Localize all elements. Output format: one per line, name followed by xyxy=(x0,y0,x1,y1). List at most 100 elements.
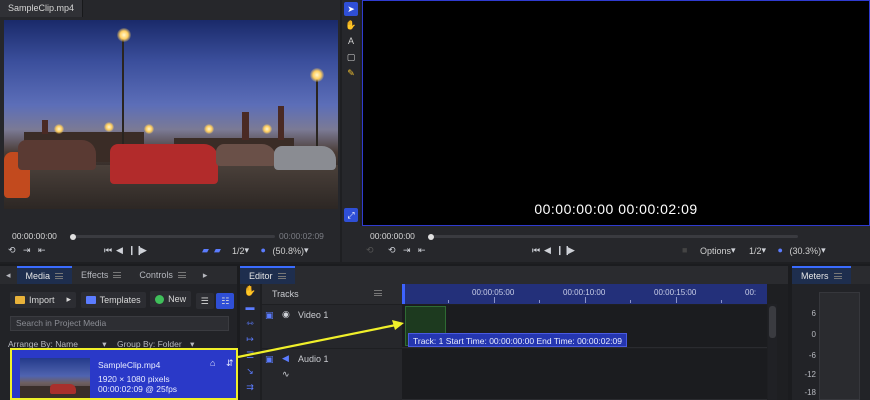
overwrite-icon[interactable]: ⇤ xyxy=(418,245,430,257)
ripple-icon[interactable]: ▬ xyxy=(243,302,257,316)
loop-icon[interactable]: ⟲ xyxy=(388,245,400,257)
step-back-icon[interactable]: ◀ xyxy=(544,245,556,257)
program-quality[interactable]: 1/2 xyxy=(749,246,762,256)
insert-icon[interactable]: ⇥ xyxy=(23,245,35,257)
menu-icon[interactable] xyxy=(374,290,382,296)
expand-icon[interactable]: ⤢ xyxy=(344,208,358,222)
pointer-tool-icon[interactable]: ➤ xyxy=(344,2,358,16)
waveform-icon[interactable]: ∿ xyxy=(282,369,290,380)
tab-scroll-left-icon[interactable]: ◂ xyxy=(0,266,17,284)
step-back-icon[interactable]: ◀ xyxy=(116,245,128,257)
source-quality[interactable]: 1/2 xyxy=(232,246,245,256)
media-thumbnail xyxy=(20,358,90,398)
menu-icon[interactable] xyxy=(833,273,842,279)
chevron-down-icon[interactable]: ▾ xyxy=(245,245,257,257)
source-tab[interactable]: SampleClip.mp4 xyxy=(0,0,84,17)
plus-circle-icon xyxy=(155,294,165,304)
source-scrubber[interactable] xyxy=(70,233,275,240)
text-tool-icon[interactable]: A xyxy=(344,34,358,48)
search-input[interactable]: Search in Project Media xyxy=(10,316,229,331)
mark-icon[interactable]: ⟲ xyxy=(366,245,378,257)
source-controls: ⟲ ⇥ ⇤ ⏮ ◀ ❙❙ ▶ ▰ ▰ 1/2 ▾ ● (50.8%) ▾ xyxy=(8,243,338,259)
zoom-icon[interactable]: ● xyxy=(261,245,273,257)
tab-effects[interactable]: Effects xyxy=(72,266,130,284)
new-button[interactable]: New xyxy=(150,291,192,307)
tab-scroll-right-icon[interactable]: ▸ xyxy=(195,266,216,284)
skip-back-icon[interactable]: ⏮ xyxy=(104,245,116,257)
audio-track-lane[interactable] xyxy=(402,349,767,400)
video-track-header: ▣ ◉ Video 1 xyxy=(262,305,402,348)
chevron-right-icon: ▸ xyxy=(66,294,72,304)
program-scrubber[interactable] xyxy=(428,233,798,240)
tab-media[interactable]: Media xyxy=(16,266,73,284)
options-box-icon: ■ xyxy=(682,245,688,255)
meter-label: -12 xyxy=(804,370,816,379)
insert-icon[interactable]: ⇥ xyxy=(403,245,415,257)
stretch-icon[interactable]: ↘ xyxy=(243,366,257,380)
program-zoom[interactable]: (30.3%) xyxy=(790,246,822,256)
chevron-down-icon[interactable]: ▾ xyxy=(731,245,743,257)
media-item-name: SampleClip.mp4 xyxy=(98,360,161,370)
editor-tabbar: Editor xyxy=(240,266,788,284)
list-view-icon[interactable]: ☰ xyxy=(195,293,214,309)
eye-icon[interactable]: ◉ xyxy=(282,309,290,320)
pause-icon[interactable]: ❙❙ xyxy=(128,245,143,257)
clip-tooltip: Track: 1 Start Time: 00:00:00:00 End Tim… xyxy=(408,333,627,347)
play-icon[interactable]: ▶ xyxy=(140,245,152,257)
program-controls: ⟲ ⟲ ⇥ ⇤ ⏮ ◀ ❙❙ ▶ ■ Options ▾ 1/2 ▾ ● (30… xyxy=(366,243,870,259)
options-menu[interactable]: Options xyxy=(700,246,731,256)
source-zoom[interactable]: (50.8%) xyxy=(273,246,305,256)
pause-icon[interactable]: ❙❙ xyxy=(556,245,571,257)
ruler-label: 00: xyxy=(745,288,757,297)
track-tools: ✋ ▬ ⇿ ↦ ☰ ↘ ⇉ xyxy=(240,284,260,400)
import-button[interactable]: Import ▸ xyxy=(10,291,77,308)
crop-tool-icon[interactable]: ▢ xyxy=(344,50,358,64)
skip-back-icon[interactable]: ⏮ xyxy=(532,245,544,257)
play-icon[interactable]: ▶ xyxy=(568,245,580,257)
timeline-ruler[interactable]: 00:00:05:00 00:00:10:00 00:00:15:00 00: xyxy=(402,284,767,304)
ruler-label: 00:00:05:00 xyxy=(472,288,515,297)
chevron-down-icon[interactable]: ▾ xyxy=(762,245,774,257)
media-item[interactable]: SampleClip.mp4 1920 × 1080 pixels 00:00:… xyxy=(10,348,238,400)
chevron-down-icon[interactable]: ▾ xyxy=(821,245,833,257)
templates-button[interactable]: Templates xyxy=(80,291,146,308)
program-timecode-in: 00:00:00:00 xyxy=(370,231,415,241)
snapshot-icon[interactable]: ▰ xyxy=(214,245,226,257)
menu-icon[interactable] xyxy=(113,272,122,278)
meter-label: 0 xyxy=(811,330,816,339)
tab-controls[interactable]: Controls xyxy=(130,266,195,284)
tracks-header: Tracks xyxy=(262,284,402,304)
overwrite-icon[interactable]: ⇤ xyxy=(38,245,50,257)
trim-icon[interactable]: ↦ xyxy=(243,334,257,348)
tab-meters[interactable]: Meters xyxy=(792,266,851,284)
media-toolbar: Import ▸ Templates New ☰ ☷ xyxy=(10,291,235,309)
menu-icon[interactable] xyxy=(177,272,186,278)
slip-icon[interactable]: ⇿ xyxy=(243,318,257,332)
rate-icon[interactable]: ⇉ xyxy=(243,382,257,396)
tab-editor[interactable]: Editor xyxy=(240,266,295,284)
source-timecode-in: 00:00:00:00 xyxy=(12,231,57,241)
hand-tool-icon[interactable]: ✋ xyxy=(344,18,358,32)
hand-tool-icon[interactable]: ✋ xyxy=(243,286,257,300)
lock-icon[interactable]: ▣ xyxy=(265,310,274,321)
menu-icon[interactable] xyxy=(277,273,286,279)
export-icon[interactable]: ▰ xyxy=(202,245,214,257)
program-scrubber-knob[interactable] xyxy=(428,233,434,240)
split-icon[interactable]: ☰ xyxy=(243,350,257,364)
menu-icon[interactable] xyxy=(55,273,64,279)
zoom-icon[interactable]: ● xyxy=(778,245,790,257)
chevron-down-icon[interactable]: ▾ xyxy=(304,245,316,257)
source-scrubber-knob[interactable] xyxy=(70,233,76,240)
loop-icon[interactable]: ⟲ xyxy=(8,245,20,257)
speaker-icon[interactable]: ◀ xyxy=(282,353,289,364)
detail-view-icon[interactable]: ☷ xyxy=(216,293,235,309)
link-icon[interactable]: ⌂ xyxy=(210,358,215,368)
audio-video-icon[interactable]: ⇵ xyxy=(226,358,234,369)
timeline-scrollbar-thumb[interactable] xyxy=(769,306,776,338)
lock-icon[interactable]: ▣ xyxy=(265,354,274,365)
playhead[interactable] xyxy=(402,284,405,304)
program-timecode-display: 00:00:00:00 00:00:02:09 xyxy=(534,201,698,217)
video-track-name: Video 1 xyxy=(298,310,329,320)
pen-tool-icon[interactable]: ✎ xyxy=(344,66,358,80)
program-viewer xyxy=(362,0,870,226)
